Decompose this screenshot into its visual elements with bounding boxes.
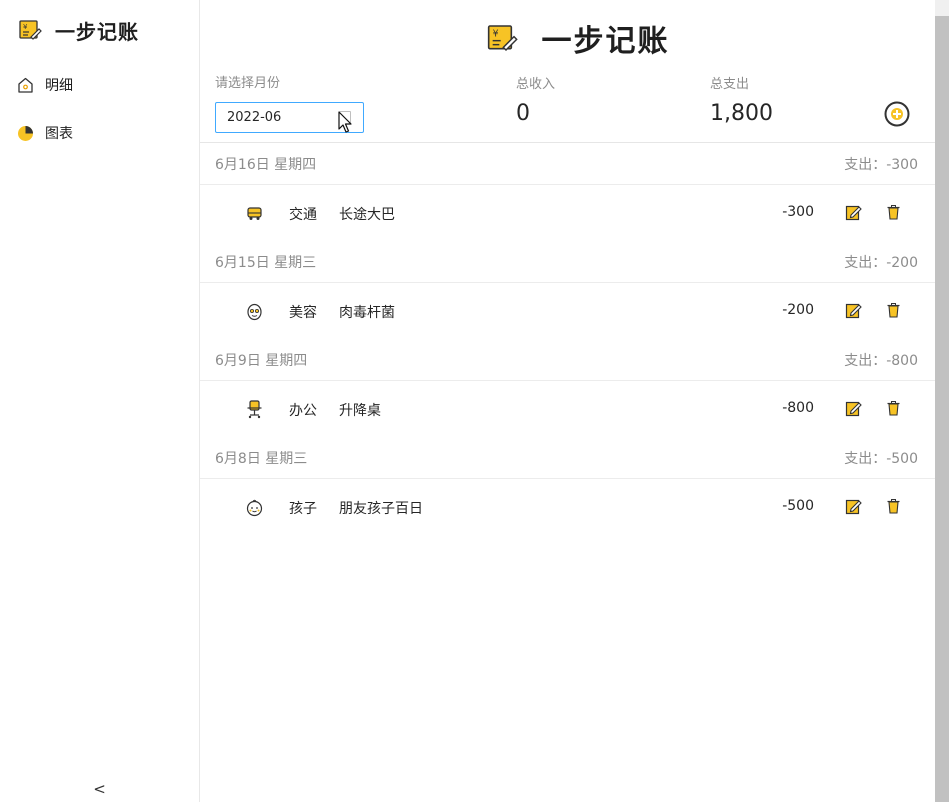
day-total: 支出：-500 (844, 450, 918, 467)
svg-text:¥: ¥ (492, 29, 498, 40)
edit-icon[interactable] (845, 400, 862, 417)
record-row: 办公 升降桌 -800 (200, 381, 935, 437)
day-header: 6月16日 星期四 支出：-300 (200, 143, 935, 185)
page-header: ¥ 一步记账 (200, 18, 935, 59)
delete-icon[interactable] (887, 401, 900, 416)
record-amount: -200 (782, 302, 814, 318)
record-note: 长途大巴 (339, 207, 395, 223)
record-category: 孩子 (289, 501, 317, 517)
record-note: 肉毒杆菌 (339, 305, 395, 321)
brand-name: 一步记账 (55, 19, 139, 44)
day-date: 6月16日 星期四 (215, 156, 317, 173)
sidebar-item-details[interactable]: 明细 (0, 65, 199, 105)
ledger-note-icon: ¥ (18, 18, 42, 42)
bus-icon (245, 204, 264, 223)
face-beauty-icon (245, 302, 264, 321)
brand: ¥ 一步记账 (18, 16, 139, 44)
record-note: 朋友孩子百日 (339, 501, 423, 517)
scrollbar[interactable] (935, 0, 949, 802)
svg-text:¥: ¥ (23, 23, 28, 31)
day-header: 6月15日 星期三 支出：-200 (200, 241, 935, 283)
record-category: 办公 (289, 403, 317, 419)
expense-value: 1,800 (710, 101, 773, 126)
plus-circle-icon (884, 101, 910, 127)
record-amount: -500 (782, 498, 814, 514)
day-date: 6月9日 星期四 (215, 352, 308, 369)
sidebar: ¥ 一步记账 明细 图表 < (0, 0, 200, 802)
record-list: 6月16日 星期四 支出：-300 交通 长途大巴 -300 6月15日 星期三… (200, 143, 935, 535)
edit-icon[interactable] (845, 302, 862, 319)
sidebar-item-label: 明细 (45, 78, 73, 94)
mouse-cursor-icon (338, 111, 352, 133)
day-total: 支出：-200 (844, 254, 918, 271)
record-category: 交通 (289, 207, 317, 223)
office-chair-icon (245, 400, 264, 419)
month-picker-value: 2022-06 (227, 110, 282, 125)
main-content: ¥ 一步记账 请选择月份 2022-06 总收入 0 总支出 1,800 6月1… (200, 0, 935, 802)
sidebar-item-label: 图表 (45, 126, 73, 142)
home-icon (17, 77, 34, 94)
edit-icon[interactable] (845, 204, 862, 221)
baby-face-icon (245, 498, 264, 517)
day-header: 6月9日 星期四 支出：-800 (200, 339, 935, 381)
edit-icon[interactable] (845, 498, 862, 515)
day-total: 支出：-300 (844, 156, 918, 173)
day-date: 6月8日 星期三 (215, 450, 308, 467)
record-amount: -800 (782, 400, 814, 416)
income-label: 总收入 (516, 77, 556, 92)
day-date: 6月15日 星期三 (215, 254, 317, 271)
ledger-note-icon: ¥ (486, 22, 518, 54)
delete-icon[interactable] (887, 303, 900, 318)
add-record-button[interactable] (884, 101, 910, 127)
record-row: 美容 肉毒杆菌 -200 (200, 283, 935, 339)
sidebar-item-charts[interactable]: 图表 (0, 113, 199, 153)
expense-label: 总支出 (710, 77, 750, 92)
month-picker-label: 请选择月份 (215, 76, 281, 91)
scrollbar-thumb[interactable] (935, 16, 949, 802)
pie-chart-icon (17, 125, 34, 142)
record-category: 美容 (289, 305, 317, 321)
record-note: 升降桌 (339, 403, 381, 419)
page-title: 一步记账 (541, 24, 670, 59)
day-header: 6月8日 星期三 支出：-500 (200, 437, 935, 479)
delete-icon[interactable] (887, 499, 900, 514)
day-total: 支出：-800 (844, 352, 918, 369)
record-amount: -300 (782, 204, 814, 220)
delete-icon[interactable] (887, 205, 900, 220)
record-row: 孩子 朋友孩子百日 -500 (200, 479, 935, 535)
record-row: 交通 长途大巴 -300 (200, 185, 935, 241)
sidebar-collapse-button[interactable]: < (0, 776, 199, 802)
income-value: 0 (516, 101, 530, 126)
